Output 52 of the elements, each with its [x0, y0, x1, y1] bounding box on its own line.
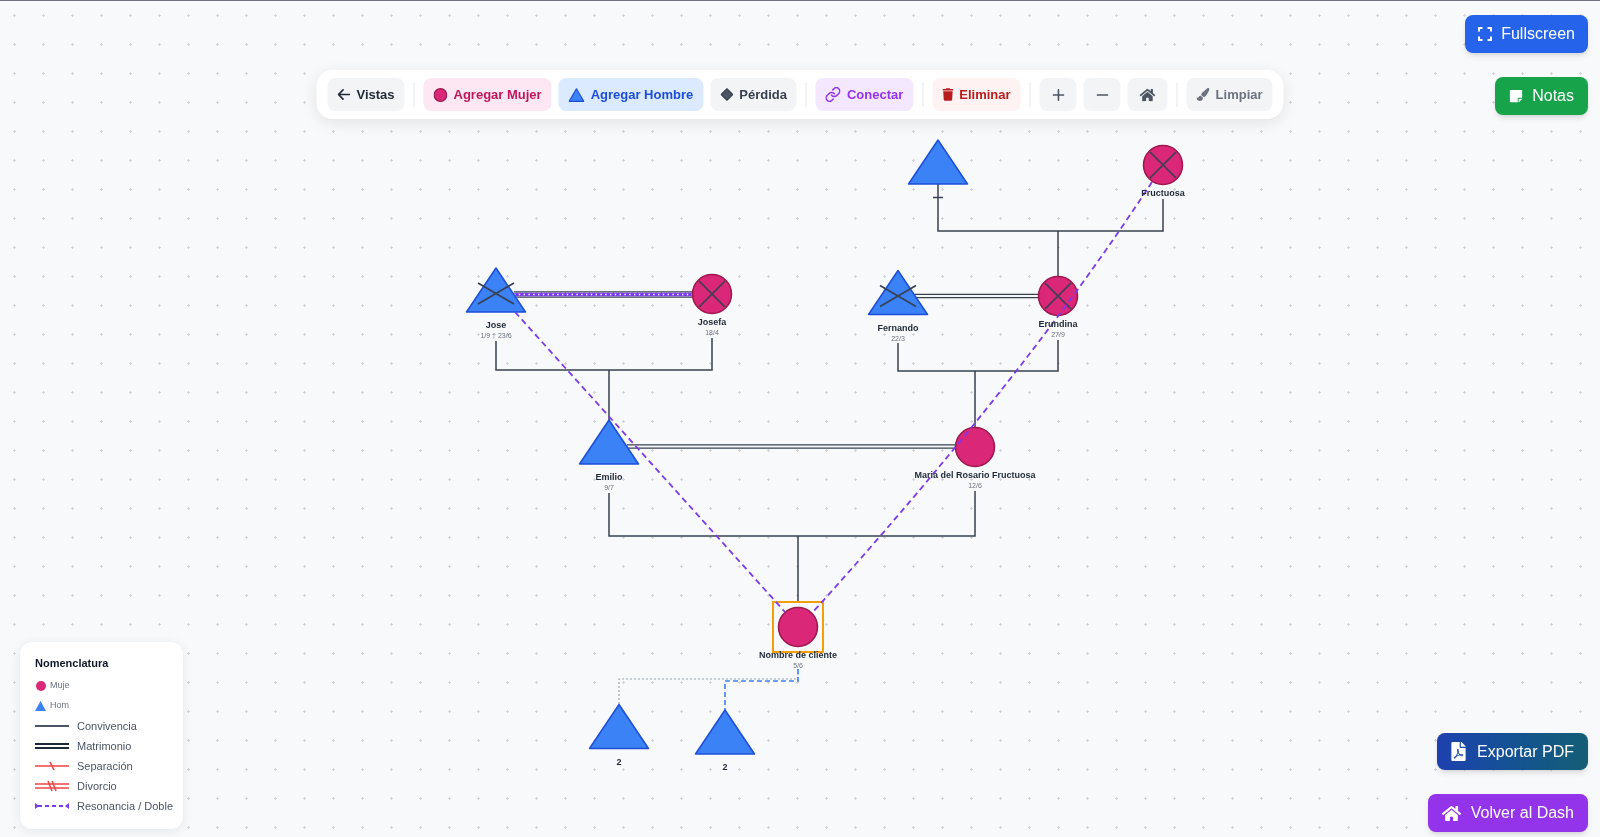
home-icon	[1139, 87, 1156, 102]
clear-button[interactable]: Limpiar	[1186, 78, 1273, 111]
triangle-icon	[35, 701, 46, 711]
legend-label: Matrimonio	[77, 738, 132, 754]
person-name: Maria del Rosario Fructuosa	[914, 470, 1036, 480]
legend-label: Resonancia / Doble	[77, 798, 173, 814]
triangle-icon	[568, 87, 585, 102]
link-icon	[825, 87, 841, 102]
person-name: Emilio	[595, 472, 623, 482]
person-name: Jose	[485, 320, 507, 330]
person-name: Josefa	[697, 317, 727, 327]
legend-label: Muje	[50, 679, 70, 693]
person-name: Nombre de cliente	[759, 650, 837, 660]
legend-title: Nomenclatura	[35, 656, 110, 670]
dashed-arrow-line-icon	[35, 802, 69, 810]
line-icon	[35, 725, 69, 727]
loss-button[interactable]: Pérdida	[710, 78, 797, 111]
double-line-icon	[35, 743, 69, 749]
back-button[interactable]: Vistas	[327, 78, 405, 111]
legend-label: Convivencia	[77, 718, 137, 734]
legend-label: Separación	[77, 758, 133, 774]
brush-icon	[1196, 88, 1210, 101]
arrow-left-icon	[337, 89, 351, 100]
home-icon	[1441, 804, 1461, 822]
zoom-in-button[interactable]	[1039, 78, 1077, 111]
circle-icon	[433, 87, 448, 102]
connect-button[interactable]: Conectar	[815, 78, 914, 111]
person-name: Fructuosa	[1141, 188, 1185, 198]
person-name: 2	[722, 762, 728, 772]
person-name: 2	[616, 756, 622, 767]
notes-button[interactable]: Notas	[1495, 77, 1588, 115]
pdf-file-icon	[1451, 742, 1467, 761]
minus-icon	[1096, 93, 1109, 96]
add-man-button[interactable]: Agregar Hombre	[558, 78, 704, 111]
export-pdf-button[interactable]: Exportar PDF	[1437, 733, 1588, 770]
circle-icon	[35, 681, 46, 691]
person-name: Erundina	[1038, 319, 1078, 329]
slashed-line-icon	[35, 761, 69, 771]
add-woman-button[interactable]: Agregar Mujer	[423, 78, 552, 111]
delete-button[interactable]: Eliminar	[932, 78, 1021, 111]
fullscreen-button[interactable]: Fullscreen	[1465, 15, 1588, 53]
fullscreen-icon	[1478, 27, 1493, 41]
home-button[interactable]	[1127, 78, 1168, 111]
diamond-icon	[720, 88, 734, 101]
legend-label: Divorcio	[77, 778, 117, 794]
trash-icon	[942, 88, 954, 101]
dashboard-button[interactable]: Volver al Dash	[1427, 794, 1588, 832]
person-name: Fernando	[877, 322, 919, 333]
sticky-note-icon	[1509, 89, 1524, 103]
legend-label: Hom	[50, 699, 69, 713]
plus-icon	[1052, 88, 1065, 101]
double-slashed-line-icon	[35, 780, 69, 792]
